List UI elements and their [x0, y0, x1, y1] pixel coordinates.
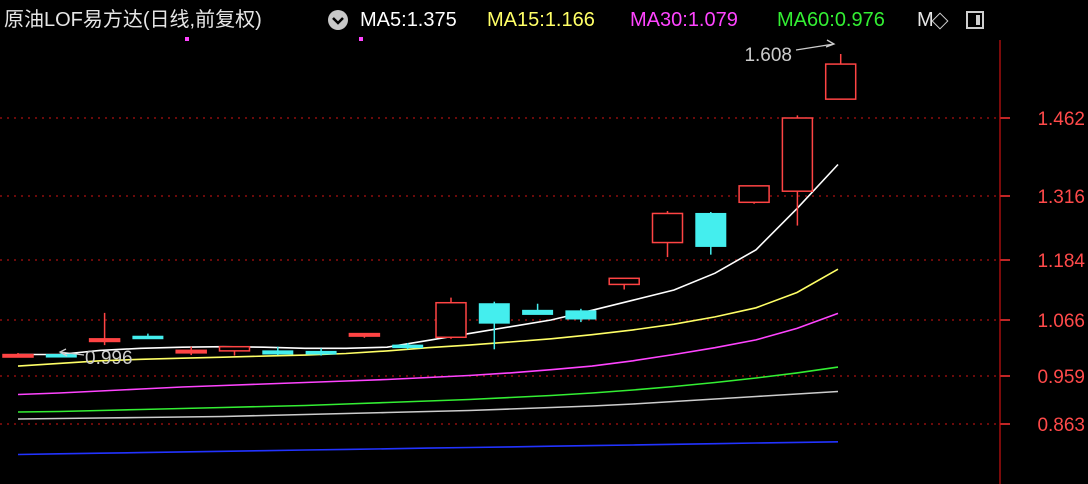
ma_gray-line: [17, 390, 839, 420]
candle-body: [565, 310, 597, 320]
candle-body: [45, 354, 77, 358]
candle-body: [824, 63, 857, 100]
candlestick[interactable]: [88, 312, 121, 346]
candle-body: [175, 349, 207, 354]
candle-body: [781, 117, 814, 192]
ma5-indicator: MA5:1.375: [360, 7, 457, 33]
price-tick-label: 1.316: [1037, 187, 1085, 208]
diamond-icon[interactable]: [931, 12, 949, 30]
chart-header: 原油LOF易方达(日线,前复权) MA5:1.375 MA15:1.166 MA…: [0, 0, 1088, 41]
kline-chart[interactable]: 1.462 1.316 1.184 1.066 0.959 0.863 1.608 0.9…: [0, 0, 1088, 484]
candlestick[interactable]: [651, 211, 684, 258]
ma30-value: 1.079: [687, 9, 738, 31]
moving-average-lines: [17, 163, 839, 456]
price-tick-label: 1.184: [1037, 251, 1085, 272]
candle-body: [478, 303, 510, 324]
ma60-value: 0.976: [834, 9, 885, 31]
candlestick[interactable]: [738, 185, 770, 204]
candle-body: [651, 212, 684, 244]
ma15-value: 1.166: [544, 9, 595, 31]
candlesticks[interactable]: [2, 54, 857, 358]
ma5-label: MA5:: [360, 9, 407, 31]
candlestick[interactable]: [305, 348, 337, 356]
price-tick-label: 0.863: [1037, 415, 1085, 436]
price-tick-label: 1.462: [1037, 109, 1085, 130]
candlestick[interactable]: [695, 212, 727, 255]
candle-body: [695, 212, 727, 247]
grid-lines: [0, 117, 1000, 425]
candle-body: [738, 185, 770, 204]
candle-body: [262, 350, 294, 355]
candle-body: [132, 335, 164, 340]
ma5-marker: [359, 37, 363, 41]
ma5-marker: [185, 37, 189, 41]
price-tick-label: 1.066: [1037, 311, 1085, 332]
candlestick[interactable]: [348, 332, 381, 338]
candle-body: [348, 332, 381, 337]
candle-body: [2, 353, 34, 358]
candlestick[interactable]: [435, 297, 467, 339]
candle-body: [305, 350, 337, 355]
candle-body: [435, 301, 467, 339]
low-price-annotation: 0.996: [85, 348, 133, 369]
candle-body: [392, 344, 424, 349]
candle-body: [218, 345, 251, 352]
candlestick[interactable]: [132, 333, 164, 340]
candle-body: [88, 338, 121, 343]
chart-title[interactable]: 原油LOF易方达(日线,前复权): [4, 7, 262, 33]
price-tick-label: 0.959: [1037, 367, 1085, 388]
candle-body: [522, 309, 554, 315]
dropdown-circle-icon[interactable]: [328, 10, 348, 30]
candlestick[interactable]: [608, 277, 640, 290]
ma5-value: 1.375: [406, 9, 457, 31]
ma15-line: [17, 268, 839, 367]
ma60-label: MA60:: [777, 9, 835, 31]
panel-toggle-icon[interactable]: [966, 11, 984, 29]
ma15-label: MA15:: [487, 9, 545, 31]
high-price-annotation: 1.608: [744, 45, 792, 66]
high-annotation-arrow: [795, 39, 836, 51]
candle-body: [608, 277, 640, 286]
ma15-indicator: MA15:1.166: [487, 7, 595, 33]
ma30-label: MA30:: [630, 9, 688, 31]
ma30-indicator: MA30:1.079: [630, 7, 738, 33]
ma60-indicator: MA60:0.976: [777, 7, 885, 33]
candlestick[interactable]: [218, 345, 251, 356]
candlestick[interactable]: [565, 308, 597, 323]
candlestick[interactable]: [522, 303, 554, 315]
ma_blue-line: [17, 441, 839, 456]
price-axis: 1.462 1.316 1.184 1.066 0.959 0.863: [999, 40, 1085, 484]
candlestick[interactable]: [2, 352, 34, 358]
candlestick[interactable]: [781, 115, 814, 226]
candlestick[interactable]: [824, 54, 857, 100]
